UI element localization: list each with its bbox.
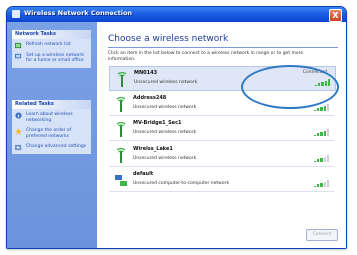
signal-bar [323, 181, 326, 187]
highlight-ring-annotation [241, 65, 339, 109]
change-advanced-settings-link[interactable]: Change advanced settings [12, 141, 91, 154]
network-name: MN0143 [134, 70, 158, 76]
connect-button[interactable]: Connect [306, 229, 338, 241]
change-preferred-order-link[interactable]: Change the order of preferred networks [12, 125, 91, 141]
signal-bar [323, 156, 326, 162]
learn-wireless-label: Learn about wireless networking [26, 112, 73, 123]
change-preferred-order-label: Change the order of preferred networks [26, 128, 72, 139]
setup-wireless-network-link[interactable]: Set up a wireless network for a home or … [12, 50, 91, 68]
signal-bar [317, 133, 320, 136]
network-tasks-panel: Network Tasks Refresh network list Set u… [12, 30, 91, 68]
signal-bar [326, 104, 329, 111]
wireless-antenna-icon [116, 148, 126, 163]
refresh-network-list-link[interactable]: Refresh network list [12, 39, 91, 50]
computer-to-computer-icon [115, 175, 127, 186]
instructions-text: Click an item in the list below to conne… [108, 51, 304, 62]
signal-strength-icon [314, 180, 330, 187]
network-item[interactable]: MV-Bridge1_Sec1 Unsecured wireless networ… [109, 117, 334, 141]
signal-bar [317, 184, 320, 187]
signal-bar [326, 180, 329, 187]
signal-bar [317, 159, 320, 162]
network-security: Unsecured wireless network [133, 130, 197, 135]
wireless-antenna-icon [117, 72, 127, 87]
network-item[interactable]: Wirelss_Lake1 Unsecured wireless network [109, 143, 334, 167]
signal-bar [314, 134, 317, 136]
network-name: Address248 [133, 95, 167, 101]
settings-icon [15, 144, 22, 151]
page-title: Choose a wireless network [108, 34, 229, 44]
wireless-antenna-icon [116, 122, 126, 137]
setup-network-icon [15, 53, 22, 58]
signal-bar [317, 108, 320, 111]
signal-bar [320, 106, 323, 111]
setup-wireless-network-label: Set up a wireless network for a home or … [26, 52, 85, 64]
related-tasks-panel: Related Tasks Learn about wireless netwo… [12, 100, 91, 154]
heading-divider [108, 47, 338, 48]
signal-strength-icon [314, 129, 330, 136]
wireless-icon [12, 10, 20, 18]
signal-bar [314, 160, 317, 162]
wireless-network-window: Wireless Network Connection X Network Ta… [6, 6, 347, 249]
network-name: MV-Bridge1_Sec1 [133, 120, 182, 126]
signal-bar [326, 129, 329, 136]
star-icon [15, 128, 22, 135]
network-name: Wirelss_Lake1 [133, 146, 173, 152]
network-security: Unsecured wireless network [134, 80, 198, 85]
close-button[interactable]: X [329, 9, 342, 22]
window-title: Wireless Network Connection [24, 9, 133, 17]
title-bar[interactable]: Wireless Network Connection X [7, 7, 346, 22]
wireless-antenna-icon [116, 97, 126, 112]
main-panel: Choose a wireless network Click an item … [97, 22, 346, 248]
signal-bar [326, 155, 329, 162]
network-security: Unsecured wireless network [133, 105, 197, 110]
network-security: Unsecured wireless network [133, 156, 197, 161]
signal-strength-icon [314, 155, 330, 162]
change-advanced-settings-label: Change advanced settings [26, 144, 87, 149]
learn-wireless-link[interactable]: Learn about wireless networking [12, 109, 91, 125]
info-icon [15, 112, 22, 119]
signal-bar [314, 185, 317, 187]
signal-bar [320, 182, 323, 187]
related-tasks-header: Related Tasks [12, 100, 91, 109]
refresh-icon [15, 42, 22, 49]
network-security: Unsecured computer-to-computer network [133, 181, 230, 186]
signal-bar [314, 109, 317, 111]
refresh-network-list-label: Refresh network list [26, 42, 71, 47]
signal-bar [320, 131, 323, 136]
network-name: default [133, 171, 154, 177]
signal-bar [323, 130, 326, 136]
signal-bar [320, 157, 323, 162]
network-item[interactable]: default Unsecured computer-to-computer ne… [109, 168, 334, 192]
sidebar: Network Tasks Refresh network list Set u… [7, 22, 97, 248]
network-tasks-header: Network Tasks [12, 30, 91, 39]
signal-bar [323, 105, 326, 111]
